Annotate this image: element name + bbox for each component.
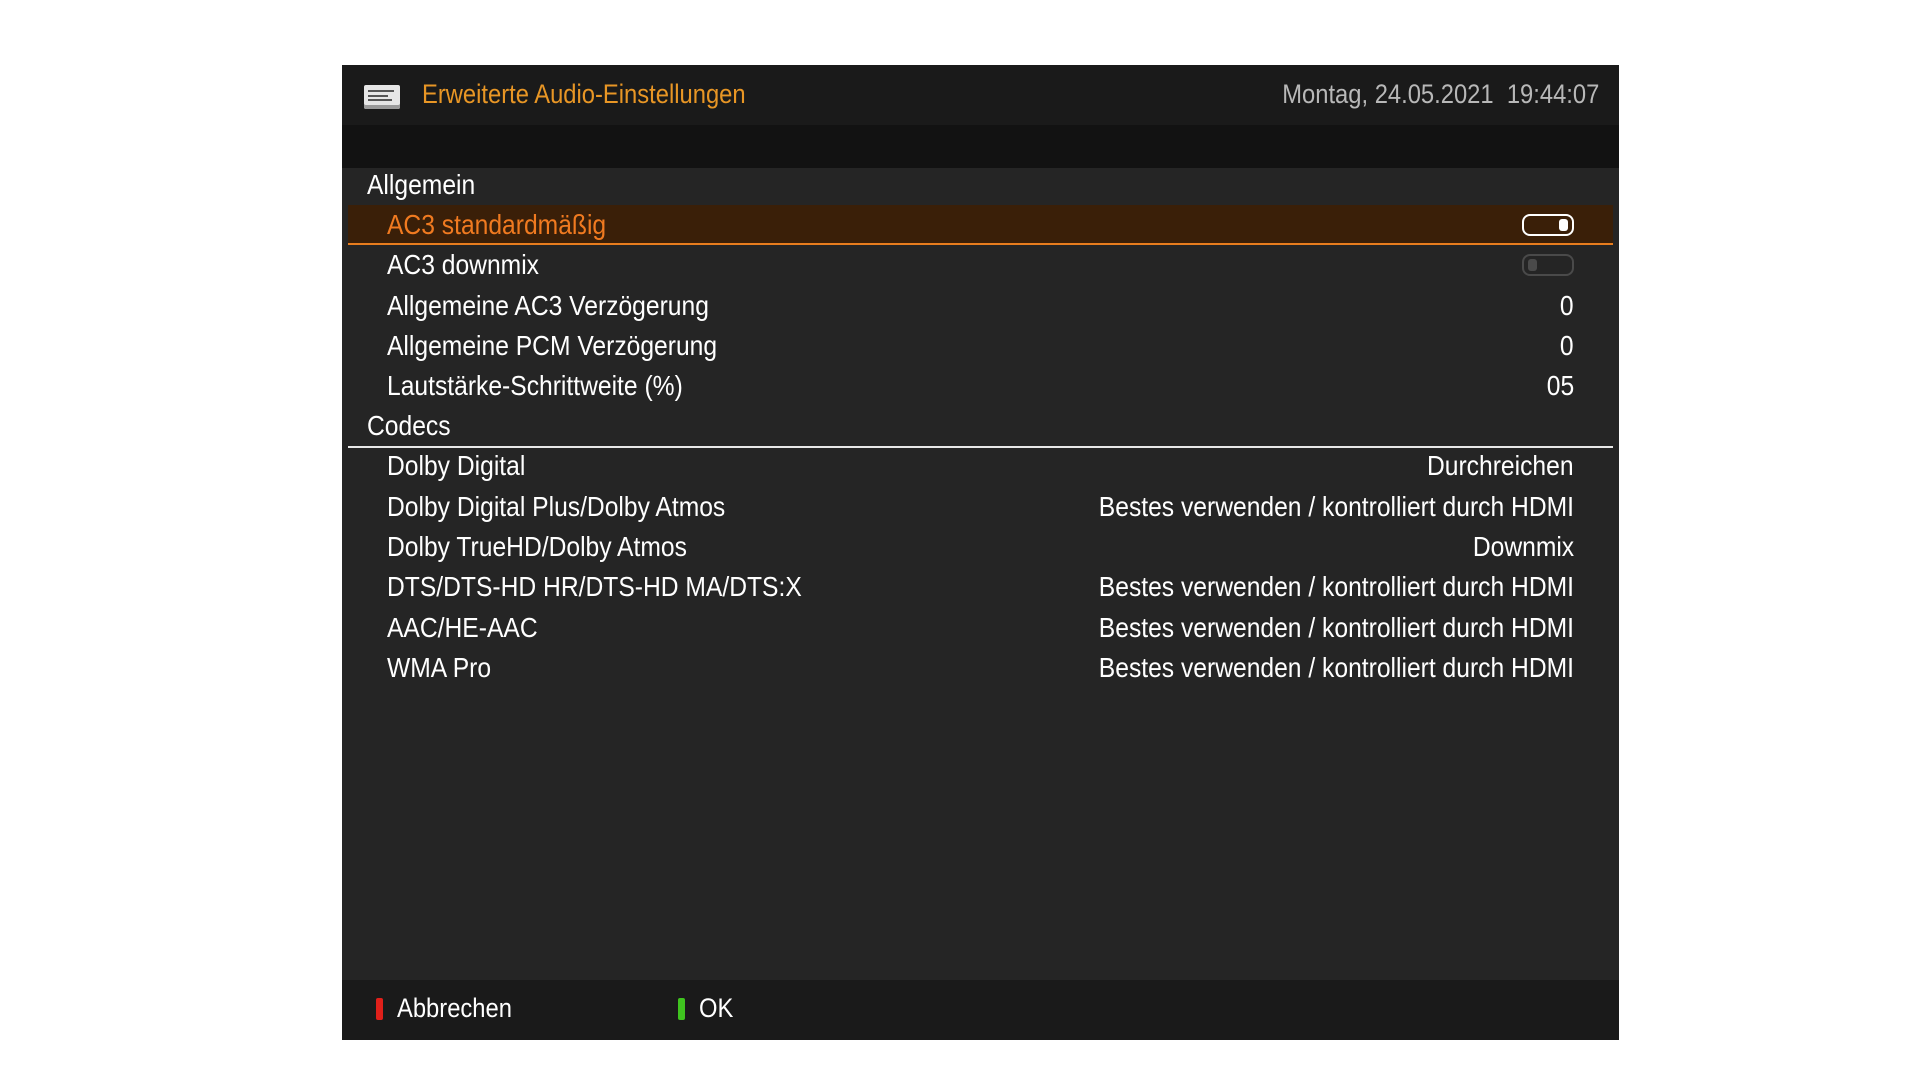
setting-label: AC3 standardmäßig	[387, 209, 607, 240]
setting-value: Durchreichen	[1427, 450, 1574, 482]
setting-label: Dolby Digital	[387, 450, 526, 482]
setting-label: Lautstärke-Schrittweite (%)	[387, 370, 683, 402]
setting-label: WMA Pro	[387, 651, 492, 683]
clock-date: Montag, 24.05.2021	[1281, 79, 1494, 109]
settings-list-icon	[364, 85, 400, 109]
setting-row[interactable]: Lautstärke-Schrittweite (%) 05	[342, 366, 1619, 406]
setting-label: AC3 downmix	[387, 249, 540, 281]
setting-row[interactable]: Dolby TrueHD/Dolby Atmos Downmix	[342, 527, 1619, 567]
setting-value: 0	[1560, 329, 1574, 361]
setting-row[interactable]: Dolby Digital Plus/Dolby Atmos Bestes ver…	[342, 487, 1619, 527]
section-title: Codecs	[367, 410, 451, 442]
setting-row[interactable]: Allgemeine AC3 Verzögerung 0	[342, 286, 1619, 326]
setting-row[interactable]: DTS/DTS-HD HR/DTS-HD MA/DTS:X Bestes verw…	[342, 567, 1619, 607]
toggle-switch[interactable]	[1522, 214, 1574, 236]
page-title: Erweiterte Audio-Einstellungen	[422, 79, 746, 109]
setting-label: DTS/DTS-HD HR/DTS-HD MA/DTS:X	[387, 571, 802, 603]
ok-label: OK	[699, 993, 734, 1023]
setting-value: Bestes verwenden / kontrolliert durch HD…	[1098, 611, 1574, 643]
setting-value: 05	[1546, 370, 1574, 402]
setting-row[interactable]: AC3 standardmäßig	[348, 205, 1613, 246]
toggle-knob	[1528, 259, 1537, 272]
settings-screen: Erweiterte Audio-Einstellungen Montag, 2…	[342, 65, 1619, 1040]
setting-row[interactable]: AC3 downmix	[342, 245, 1619, 285]
setting-label: Dolby TrueHD/Dolby Atmos	[387, 531, 687, 563]
setting-label: AAC/HE-AAC	[387, 611, 538, 643]
setting-value: Bestes verwenden / kontrolliert durch HD…	[1098, 571, 1574, 603]
clock: Montag, 24.05.2021 19:44:07	[1282, 79, 1599, 110]
footer-bar: Abbrechen OK	[342, 980, 1619, 1040]
setting-value: Bestes verwenden / kontrolliert durch HD…	[1098, 651, 1574, 683]
section-title: Allgemein	[367, 169, 476, 200]
green-key-icon	[678, 998, 685, 1020]
setting-value: 0	[1560, 289, 1574, 321]
setting-label: Dolby Digital Plus/Dolby Atmos	[387, 490, 726, 522]
setting-value: Bestes verwenden / kontrolliert durch HD…	[1098, 490, 1574, 522]
toggle-knob	[1559, 219, 1568, 231]
section-header: Allgemein	[342, 165, 1619, 207]
section-header: Codecs	[342, 406, 1619, 449]
setting-value: Downmix	[1472, 531, 1574, 563]
title-bar: Erweiterte Audio-Einstellungen Montag, 2…	[342, 65, 1619, 125]
setting-label: Allgemeine AC3 Verzögerung	[387, 289, 709, 321]
setting-row[interactable]: AAC/HE-AAC Bestes verwenden / kontrollier…	[342, 608, 1619, 648]
header-spacer	[342, 125, 1619, 168]
clock-time: 19:44:07	[1506, 79, 1599, 109]
red-key-icon	[376, 998, 383, 1020]
settings-list: Allgemein AC3 standardmäßig AC3 downmix All…	[342, 165, 1619, 688]
setting-row[interactable]: Allgemeine PCM Verzögerung 0	[342, 326, 1619, 366]
setting-label: Allgemeine PCM Verzögerung	[387, 329, 718, 361]
setting-row[interactable]: WMA Pro Bestes verwenden / kontrolliert d…	[342, 648, 1619, 688]
setting-row[interactable]: Dolby Digital Durchreichen	[342, 446, 1619, 486]
cancel-label: Abbrechen	[397, 993, 512, 1023]
toggle-switch[interactable]	[1522, 254, 1574, 277]
